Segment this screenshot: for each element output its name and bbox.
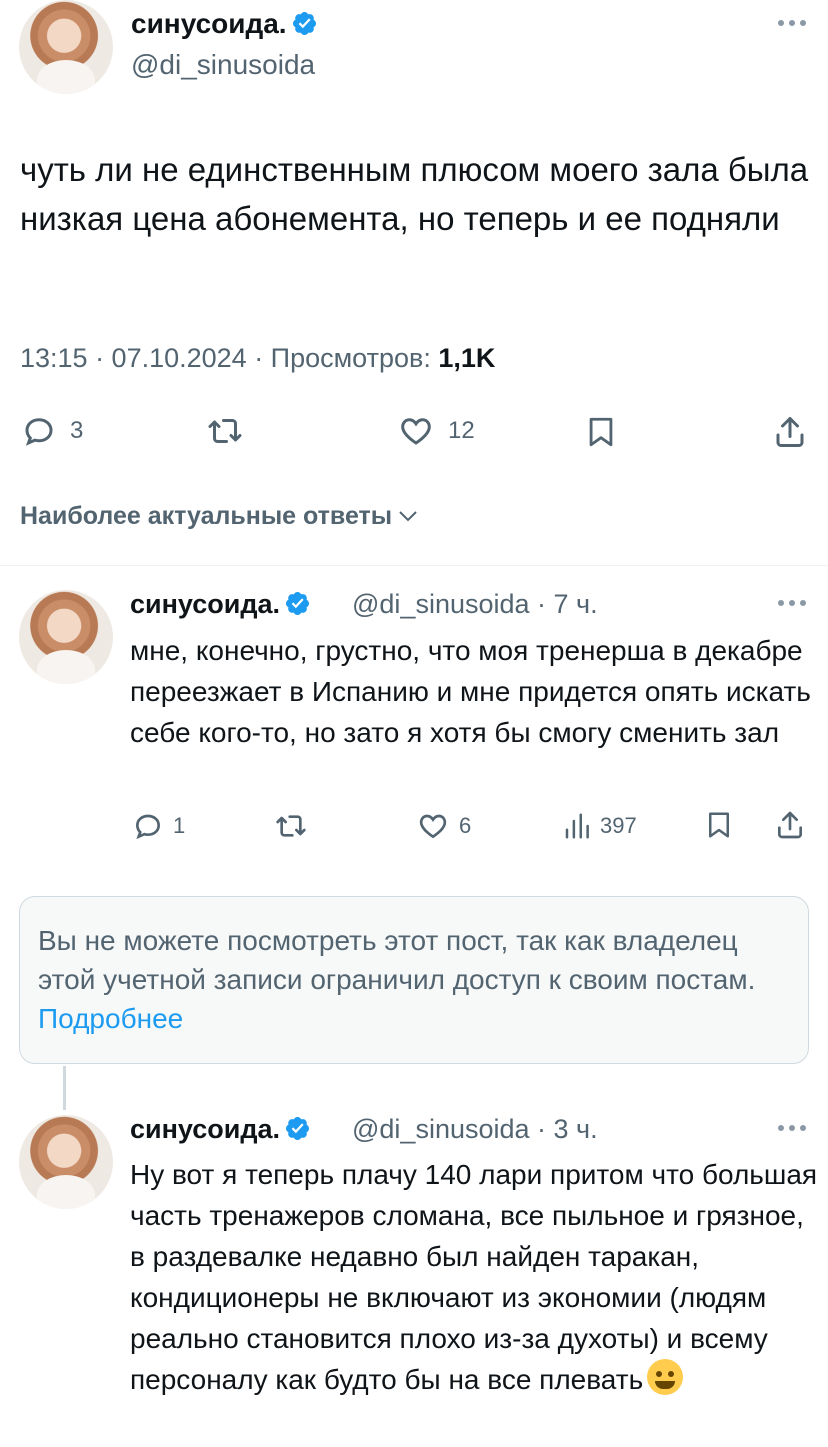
restricted-post-notice: Вы не можете посмотреть этот пост, так к… (19, 896, 809, 1064)
retweet-icon (276, 815, 306, 837)
chevron-down-icon (399, 511, 417, 522)
replies-sort-dropdown[interactable]: Наиболее актуальные ответы (20, 502, 420, 531)
reply-icon (25, 418, 53, 446)
more-icon[interactable] (778, 1125, 808, 1133)
author-avatar[interactable] (19, 0, 113, 94)
share-button[interactable] (774, 808, 806, 842)
reply-text: мне, конечно, грустно, что моя тренерша … (130, 635, 811, 748)
reply-count: 3 (70, 417, 84, 444)
heart-icon (419, 814, 447, 839)
reply-text: Ну вот я теперь плачу 140 лари притом чт… (130, 1159, 818, 1395)
share-icon (778, 811, 802, 839)
retweet-icon (208, 419, 242, 443)
author-handle[interactable]: @di_sinusoida (131, 49, 315, 81)
like-count: 12 (448, 417, 475, 444)
reply-avatar[interactable] (19, 590, 113, 684)
share-button[interactable] (772, 413, 808, 451)
views-icon (565, 813, 589, 839)
reply-count: 1 (173, 813, 186, 838)
tweet-timestamp[interactable]: 13:15 · 07.10.2024 · Просмотров: (20, 343, 438, 373)
reply-avatar[interactable] (19, 1115, 113, 1209)
retweet-button[interactable] (203, 413, 247, 449)
reply-button[interactable]: 3 (20, 413, 83, 449)
reply-icon (135, 814, 161, 840)
verified-badge-icon (286, 591, 310, 616)
melting-face-emoji (647, 1359, 684, 1395)
reply-handle-time[interactable]: @di_sinusoida · 3 ч. (352, 1114, 598, 1145)
like-button[interactable]: 6 (415, 810, 471, 842)
bookmark-button[interactable] (704, 808, 734, 842)
section-divider (0, 565, 828, 566)
bookmark-icon (589, 417, 613, 447)
tweet-meta: 13:15 · 07.10.2024 · Просмотров: 1,1K (20, 343, 495, 374)
share-icon (776, 417, 804, 447)
tweet-text: чуть ли не единственным плюсом моего зал… (20, 151, 809, 237)
reply-handle-time[interactable]: @di_sinusoida · 7 ч. (352, 589, 598, 620)
learn-more-link[interactable]: Подробнее (38, 1003, 183, 1034)
author-name[interactable]: синусоида. (131, 8, 318, 40)
view-count: 1,1K (438, 343, 496, 373)
views-button[interactable]: 397 (562, 810, 637, 842)
like-button[interactable]: 12 (396, 413, 475, 449)
thread-connector-line (63, 1066, 66, 1110)
verified-badge-icon (286, 1116, 310, 1141)
more-icon[interactable] (778, 600, 808, 608)
reply-button[interactable]: 1 (131, 810, 185, 842)
like-count: 6 (459, 813, 472, 838)
verified-badge-icon (292, 11, 316, 36)
bookmark-button[interactable] (584, 413, 618, 451)
bookmark-icon (709, 812, 729, 838)
more-icon[interactable] (778, 20, 808, 28)
retweet-button[interactable] (272, 810, 310, 842)
reply-author-name[interactable]: синусоида. (130, 589, 311, 620)
views-count: 397 (600, 813, 637, 838)
sort-label: Наиболее актуальные ответы (20, 502, 393, 530)
reply-author-name[interactable]: синусоида. (130, 1114, 311, 1145)
heart-icon (401, 418, 431, 445)
restricted-text: Вы не можете посмотреть этот пост, так к… (38, 925, 756, 995)
